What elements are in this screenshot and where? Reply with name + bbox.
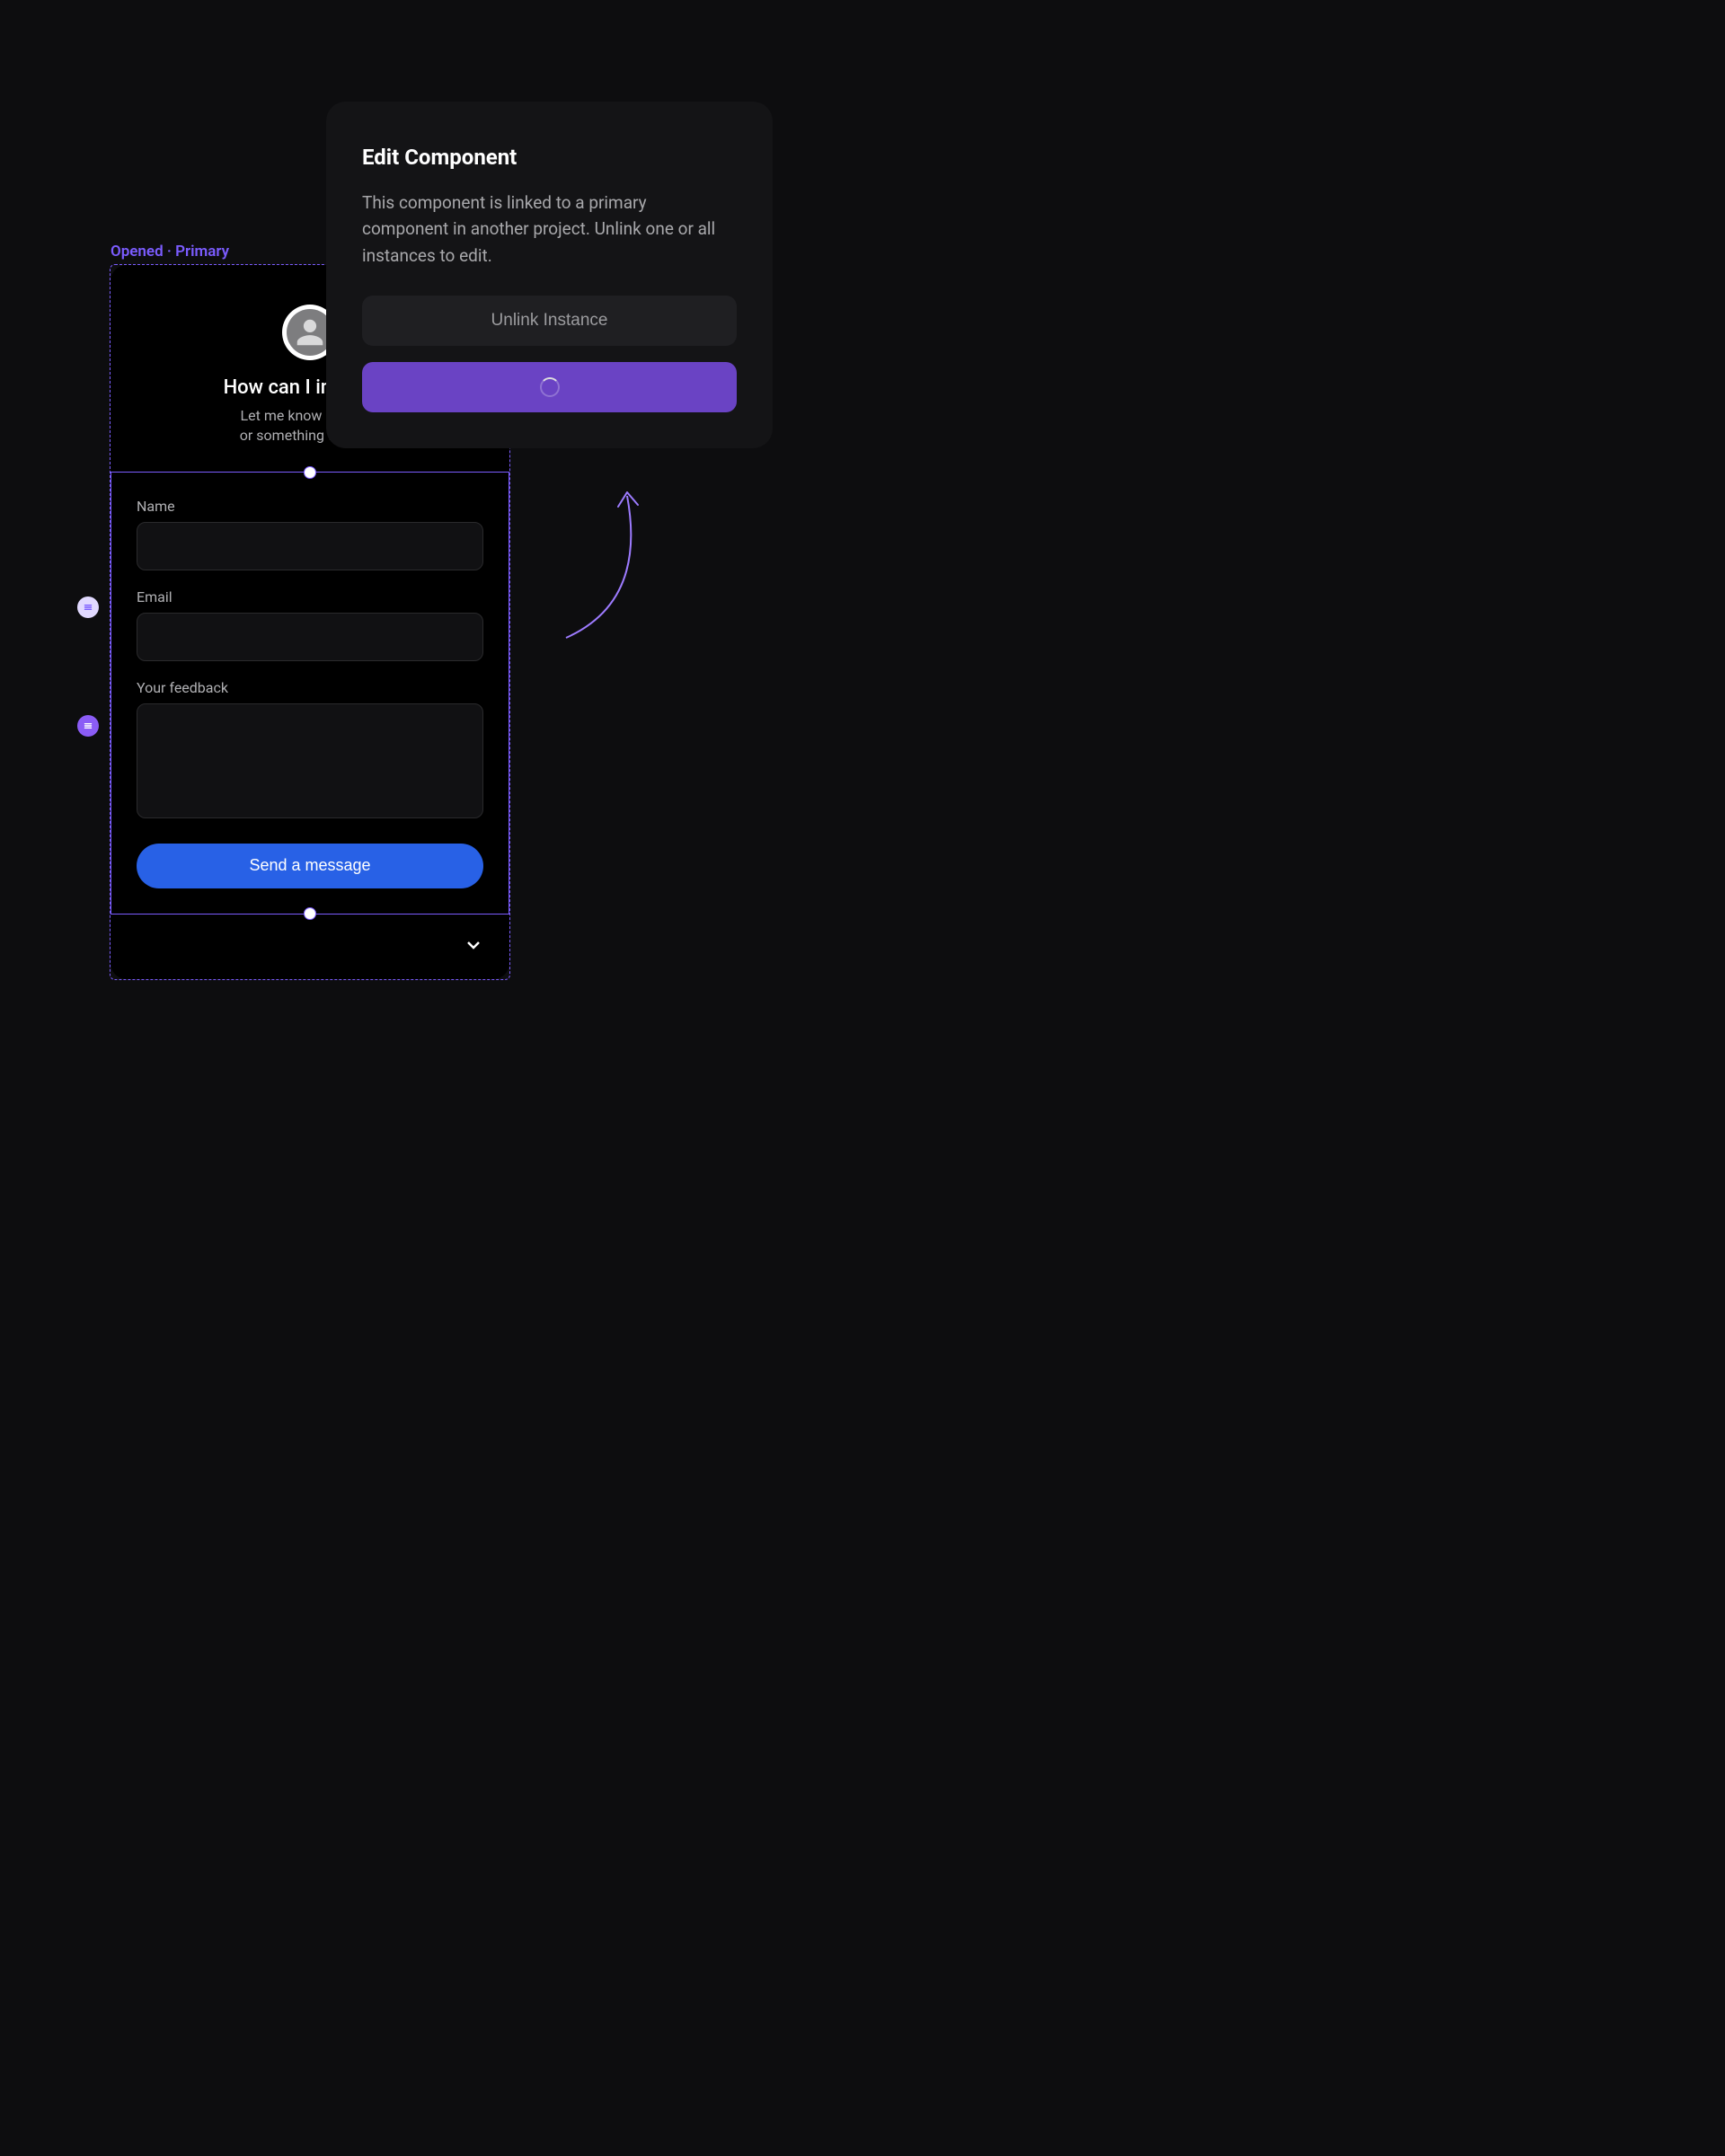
list-icon[interactable] [77,715,99,737]
unlink-instance-button[interactable]: Unlink Instance [362,296,737,346]
send-message-button[interactable]: Send a message [137,844,483,888]
email-input[interactable] [137,613,483,661]
frame-label: Opened · Primary [111,243,229,261]
modal-title: Edit Component [362,145,737,170]
chevron-down-icon[interactable] [463,934,484,959]
modal-description: This component is linked to a primary co… [362,190,737,269]
feedback-label: Your feedback [137,679,483,696]
name-label: Name [137,498,483,515]
unlink-all-button-loading[interactable] [362,362,737,412]
arrow-annotation [521,476,674,656]
list-icon[interactable] [77,596,99,618]
email-label: Email [137,588,483,605]
edit-component-modal: Edit Component This component is linked … [326,102,773,448]
name-input[interactable] [137,522,483,570]
feedback-textarea[interactable] [137,703,483,818]
card-footer [111,915,509,979]
form-section[interactable]: Name Email Your feedback Send a message [111,472,509,915]
loading-spinner-icon [540,377,560,397]
